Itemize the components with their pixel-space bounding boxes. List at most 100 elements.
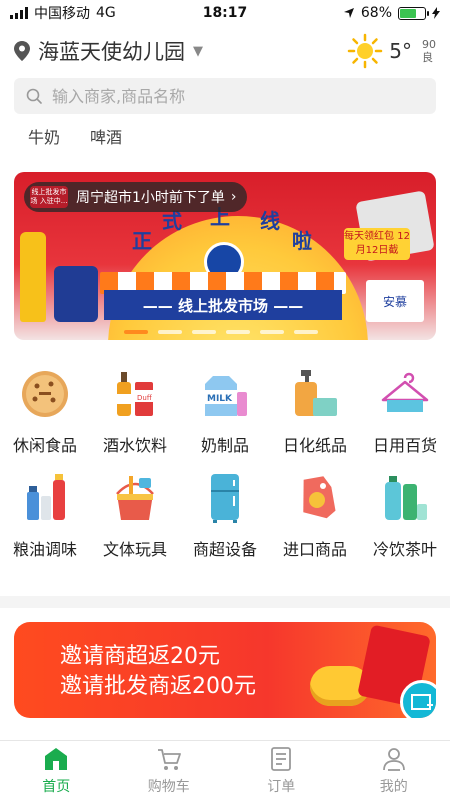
- carousel-dot[interactable]: [226, 330, 250, 334]
- banner-strip-text: —— 线上批发市场 ——: [104, 290, 342, 320]
- charging-icon: [432, 7, 440, 19]
- sun-icon: [348, 33, 383, 69]
- hot-tag[interactable]: 啤酒: [90, 124, 122, 148]
- headline-char: 啦: [292, 229, 312, 253]
- cart-icon: [157, 748, 181, 770]
- search-bar[interactable]: [14, 78, 436, 114]
- invite-line-1: 邀请商超返20元: [60, 644, 220, 669]
- location-header: 海蓝天使幼儿园 ▼ 5° 90 良: [0, 30, 450, 72]
- hot-tag[interactable]: 牛奶: [28, 124, 60, 148]
- svg-text:Duff: Duff: [137, 394, 152, 402]
- category-item[interactable]: 进口商品: [270, 470, 360, 562]
- battery-icon: [398, 6, 429, 20]
- category-label: 文体玩具: [102, 540, 167, 559]
- tab-orders[interactable]: 订单: [225, 741, 338, 800]
- category-grid: 休闲食品 Duff 酒水饮料 MILK 奶制品 日化纸品 日用百货 粮油调味 文…: [0, 366, 450, 562]
- location-arrow-icon: [343, 8, 354, 18]
- status-bar: 中国移动 4G 18:17 68%: [0, 0, 450, 26]
- status-right: 68%: [343, 5, 440, 21]
- headline-char: 线: [260, 209, 280, 233]
- carousel-dot[interactable]: [124, 330, 148, 334]
- section-divider: [0, 596, 450, 608]
- category-label: 酒水饮料: [102, 436, 167, 455]
- tab-label: 购物车: [147, 778, 190, 795]
- location-pin-icon: [14, 41, 30, 61]
- carousel-dot[interactable]: [294, 330, 318, 334]
- oil-condiment-icon: [27, 474, 65, 520]
- category-label: 进口商品: [282, 540, 347, 559]
- status-left: 中国移动 4G: [10, 3, 116, 23]
- invite-line-2: 邀请批发商返200元: [60, 674, 256, 699]
- tab-home[interactable]: 首页: [0, 741, 113, 800]
- invite-banner[interactable]: 邀请商超返20元 邀请批发商返200元: [14, 622, 436, 718]
- headline-char: 正: [132, 229, 152, 253]
- category-label: 日用百货: [372, 436, 437, 455]
- user-icon: [382, 747, 405, 771]
- invite-text: 邀请商超返20元 邀请批发商返200元: [60, 642, 256, 702]
- category-label: 奶制品: [200, 436, 249, 455]
- aqi-level: 良: [422, 51, 433, 64]
- notice-text: 周宁超市1小时前下了单: [76, 190, 225, 206]
- category-item[interactable]: 商超设备: [180, 470, 270, 562]
- home-icon: [45, 747, 68, 770]
- category-item[interactable]: 休闲食品: [0, 366, 90, 458]
- battery-percent: 68%: [360, 5, 392, 21]
- category-item[interactable]: 冷饮茶叶: [360, 470, 450, 562]
- order-list-icon: [271, 746, 292, 771]
- temperature: 5°: [389, 39, 412, 63]
- tab-cart[interactable]: 购物车: [113, 741, 226, 800]
- soap-tissue-icon: [295, 370, 337, 416]
- hanger-icon: [381, 372, 429, 412]
- category-label: 冷饮茶叶: [372, 540, 437, 559]
- tab-label: 我的: [379, 778, 408, 795]
- weather-widget: 5° 90 良: [347, 33, 436, 69]
- category-item[interactable]: MILK 奶制品: [180, 366, 270, 458]
- water-bottle-icon: [385, 476, 427, 520]
- product-box-label: 安慕: [366, 280, 424, 322]
- category-label: 日化纸品: [282, 436, 347, 455]
- promo-banner-carousel[interactable]: 正 式 上 线 啦 —— 线上批发市场 —— 每天领红包 12月12日截 安慕 …: [14, 172, 436, 340]
- category-label: 粮油调味: [12, 540, 77, 559]
- svg-text:MILK: MILK: [207, 394, 233, 404]
- store-plus-glyph: [411, 694, 433, 710]
- carrier-name: 中国移动: [34, 6, 90, 22]
- category-item[interactable]: 日化纸品: [270, 366, 360, 458]
- chevron-right-icon: ›: [230, 189, 237, 205]
- tab-profile[interactable]: 我的: [338, 741, 450, 800]
- carousel-dot[interactable]: [158, 330, 182, 334]
- category-item[interactable]: 文体玩具: [90, 470, 180, 562]
- hot-search-tags: 牛奶 啤酒: [28, 124, 122, 148]
- category-item[interactable]: 粮油调味: [0, 470, 90, 562]
- add-store-icon: [400, 680, 436, 718]
- carousel-dot[interactable]: [260, 330, 284, 334]
- order-notice[interactable]: 线上批发市场 入驻中... 周宁超市1小时前下了单 ›: [24, 182, 247, 212]
- category-item[interactable]: Duff 酒水饮料: [90, 366, 180, 458]
- headline-char: 式: [162, 209, 182, 233]
- fridge-icon: [211, 474, 239, 523]
- carousel-indicators: [124, 330, 318, 334]
- milk-carton-icon: MILK: [205, 376, 247, 416]
- sand-bucket-icon: [116, 476, 154, 520]
- cookie-icon: [22, 371, 68, 417]
- location-name[interactable]: 海蓝天使幼儿园: [38, 36, 185, 66]
- juice-bottle-image: [20, 232, 46, 322]
- search-input[interactable]: [52, 86, 392, 106]
- tab-label: 订单: [267, 778, 296, 795]
- battery-fill: [400, 8, 417, 18]
- category-item[interactable]: 日用百货: [360, 366, 450, 458]
- beverage-can-image: [54, 266, 98, 322]
- carousel-dot[interactable]: [192, 330, 216, 334]
- notice-badge: 线上批发市场 入驻中...: [30, 186, 68, 208]
- signal-icon: [10, 7, 28, 19]
- red-packet-label: 每天领红包 12月12日截: [344, 228, 410, 260]
- category-label: 休闲食品: [12, 436, 77, 455]
- price-tag-icon: [303, 476, 336, 519]
- search-icon: [26, 88, 42, 104]
- drink-bottles-icon: Duff: [117, 372, 153, 416]
- bottom-tab-bar: 首页 购物车 订单 我的: [0, 740, 450, 800]
- category-label: 商超设备: [192, 540, 257, 559]
- chevron-down-icon[interactable]: ▼: [193, 44, 203, 59]
- air-quality: 90 良: [422, 38, 436, 64]
- network-type: 4G: [96, 5, 116, 21]
- tab-label: 首页: [42, 778, 71, 795]
